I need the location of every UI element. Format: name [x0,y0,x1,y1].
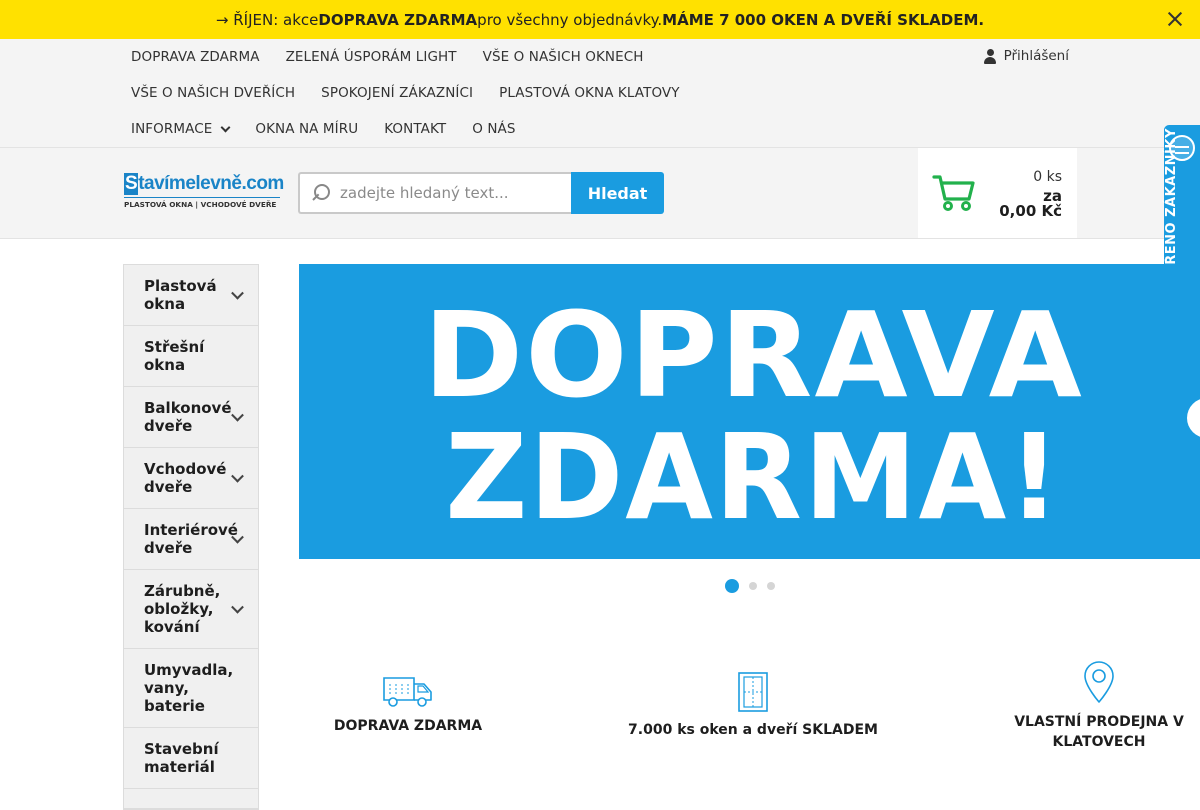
nav-row-1: DOPRAVA ZDARMA ZELENÁ ÚSPORÁM LIGHT VŠE … [131,49,670,65]
nav-link-vse-o-oknech[interactable]: VŠE O NAŠICH OKNECH [483,49,644,65]
carousel-dot-3[interactable] [767,582,775,590]
nav-link-vse-o-dverich[interactable]: VŠE O NAŠICH DVEŘÍCH [131,85,295,101]
site-header: Stavímelevně.com PLASTOVÁ OKNA | VCHODOV… [0,148,1200,239]
sidebar-item-stavebni-material[interactable]: Stavební materiál [124,728,258,789]
sidebar-item-label: Plastová okna [144,277,217,313]
sidebar-item-more[interactable] [124,789,258,809]
nav-link-informace-label: INFORMACE [131,121,213,137]
search-icon [312,184,330,202]
sidebar-item-label: Stavební materiál [144,740,219,776]
hero-banner[interactable]: DOPRAVA ZDARMA! [299,264,1200,559]
cart-widget[interactable]: 0 ks za 0,00 Kč [918,148,1077,238]
cart-quantity: 0 ks [1033,169,1062,185]
search-input[interactable] [340,174,565,212]
site-logo[interactable]: Stavímelevně.com PLASTOVÁ OKNA | VCHODOV… [124,173,284,215]
sidebar-item-umyvadla[interactable]: Umyvadla, vany, baterie [124,649,258,728]
search-box [298,172,571,214]
sidebar-item-plastova-okna[interactable]: Plastová okna [124,265,258,326]
map-pin-icon [1084,661,1114,703]
sidebar-item-stresni-okna[interactable]: Střešní okna [124,326,258,387]
logo-letter: S [124,173,139,195]
sidebar-item-label: Zárubně, obložky, kování [144,582,221,636]
sidebar-item-label: Umyvadla, vany, baterie [144,661,234,715]
sidebar-item-label: Interiérové dveře [144,521,238,557]
user-icon [983,48,996,64]
login-label: Přihlášení [1003,48,1069,64]
logo-brand: Stavímelevně.com [124,173,284,195]
banner-headline-line2: ZDARMA! [445,408,1062,546]
carousel-dot-1[interactable] [725,579,739,593]
nav-link-zelena-usporam[interactable]: ZELENÁ ÚSPORÁM LIGHT [286,49,457,65]
cart-icon [932,175,975,211]
nav-link-plastova-okna-klatovy[interactable]: PLASTOVÁ OKNA KLATOVY [499,85,680,101]
carousel-dot-2[interactable] [749,582,757,590]
chevron-down-icon [231,286,244,300]
nav-link-spokojeni-zakaznici[interactable]: SPOKOJENÍ ZÁKAZNÍCI [321,85,473,101]
notice-highlight-shipping: DOPRAVA ZDARMA [318,10,478,29]
feature-label: 7.000 ks oken a dveří SKLADEM [628,722,878,738]
nav-row-3: INFORMACE OKNA NA MÍRU KONTAKT O NÁS [131,121,542,137]
nav-link-o-nas[interactable]: O NÁS [472,121,515,137]
door-icon [738,672,768,712]
category-sidebar: Plastová okna Střešní okna Balkonové dve… [123,264,259,810]
close-icon[interactable] [1166,10,1184,28]
feature-label: VLASTNÍ PRODEJNA V KLATOVECH [1014,714,1184,750]
search-button[interactable]: Hledat [571,172,664,214]
nav-row-2: VŠE O NAŠICH DVEŘÍCH SPOKOJENÍ ZÁKAZNÍCI… [131,85,706,101]
top-navigation: DOPRAVA ZDARMA ZELENÁ ÚSPORÁM LIGHT VŠE … [0,39,1200,148]
logo-tagline: PLASTOVÁ OKNA | VCHODOVÉ DVEŘE [124,197,280,209]
feature-stock: 7.000 ks oken a dveří SKLADEM [628,672,878,740]
feature-label: DOPRAVA ZDARMA [333,718,483,734]
search-bar: Hledat [298,172,664,214]
chevron-down-icon [231,408,244,422]
feature-free-shipping: DOPRAVA ZDARMA [318,672,498,736]
nav-link-doprava-zdarma[interactable]: DOPRAVA ZDARMA [131,49,260,65]
feature-store: VLASTNÍ PRODEJNA V KLATOVECH [1000,660,1198,752]
login-link[interactable]: Přihlášení [983,48,1069,64]
sidebar-item-vchodove-dvere[interactable]: Vchodové dveře [124,448,258,509]
sidebar-item-balkonove-dvere[interactable]: Balkonové dveře [124,387,258,448]
notice-highlight-stock: MÁME 7 000 OKEN A DVEŘÍ SKLADEM. [662,10,985,29]
sidebar-item-label: Střešní okna [144,338,205,374]
sidebar-item-interierove-dvere[interactable]: Interiérové dveře [124,509,258,570]
truck-icon [383,677,432,707]
chevron-down-icon [220,122,231,132]
sidebar-item-label: Vchodové dveře [144,460,227,496]
notice-middle: pro všechny objednávky. [477,10,663,29]
nav-link-okna-na-miru[interactable]: OKNA NA MÍRU [255,121,358,137]
sidebar-item-zarubne[interactable]: Zárubně, obložky, kování [124,570,258,649]
chevron-down-icon [231,600,244,614]
nav-link-informace[interactable]: INFORMACE [131,121,231,137]
promo-notice-bar: → ŘÍJEN: akce DOPRAVA ZDARMA pro všechny… [0,0,1200,39]
notice-prefix: → ŘÍJEN: akce [215,10,319,29]
sidebar-item-label: Balkonové dveře [144,399,232,435]
nav-link-kontakt[interactable]: KONTAKT [384,121,446,137]
chevron-down-icon [231,469,244,483]
logo-brand-domain: .com [241,173,284,194]
carousel-dots [725,579,775,593]
cart-total-price: 0,00 Kč [999,202,1062,220]
logo-brand-name: tavímelevně [138,173,242,194]
